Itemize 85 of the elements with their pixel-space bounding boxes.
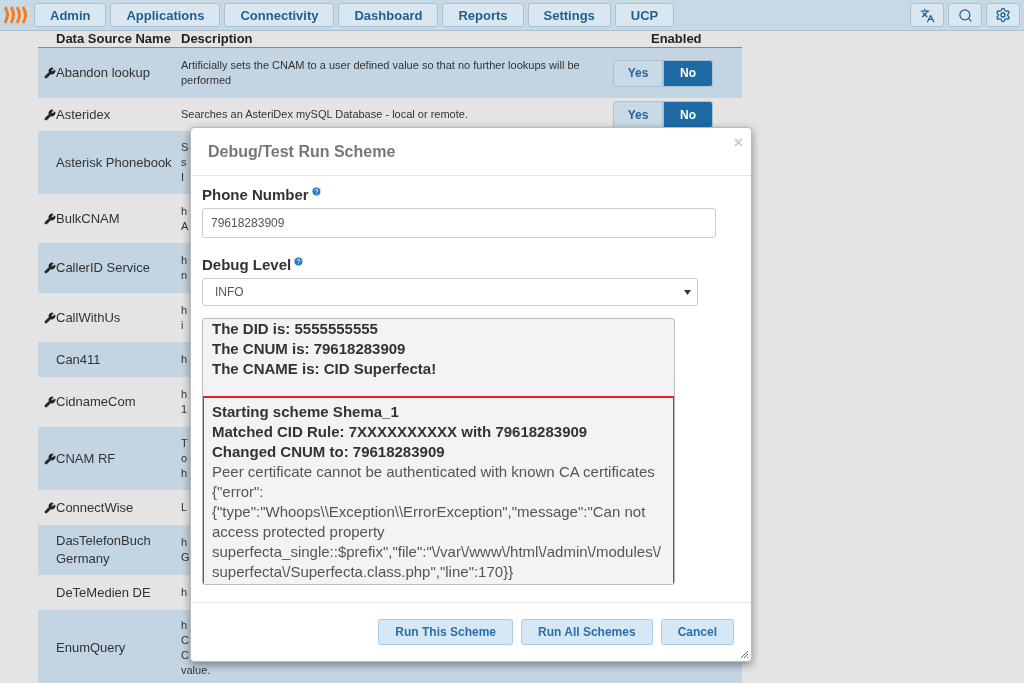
description-text: L — [181, 500, 188, 515]
data-source-name: EnumQuery — [56, 638, 126, 657]
log-line: Peer certificate cannot be authenticated with known CA certificates {"error":{"type":"Whoops\\Exception\\ErrorException","message":"Can not access protected property superfecta_single::$prefix","file":"\/var\/www\/html\/admin\/modules\/superfecta\/Superfecta.class.php","line":170}} — [212, 462, 662, 582]
description-text: s — [181, 155, 187, 170]
help-icon[interactable] — [293, 256, 305, 267]
wrench-icon[interactable] — [44, 452, 56, 465]
data-source-name: Asteridex — [56, 105, 111, 124]
search-icon — [957, 7, 973, 23]
description-text: Artificially sets the CNAM to a user defined value so that no further lookups will be performed — [181, 58, 581, 88]
dialog-button[interactable]: Cancel — [660, 619, 734, 645]
data-source-name: DeTeMedien DE — [56, 583, 151, 602]
help-icon[interactable] — [310, 186, 322, 197]
dialog-title: Debug/Test Run Scheme — [208, 142, 396, 161]
log-line: The CNAME is: CID Superfecta! — [212, 359, 438, 379]
field-label: Phone Number — [202, 186, 309, 203]
description-text: i — [181, 317, 184, 333]
nav-menu-button[interactable]: Admin — [34, 3, 107, 27]
data-source-name: CNAM RF — [56, 449, 116, 468]
data-source-name: Asterisk Phonebook — [56, 153, 172, 172]
description-text: o — [181, 451, 188, 466]
resize-grip-icon[interactable] — [740, 650, 748, 658]
data-source-name: CallerID Service — [56, 259, 150, 277]
data-source-name: Abandon lookup — [56, 64, 150, 82]
description-text: 1 — [181, 402, 188, 417]
description-text: value. — [181, 662, 211, 678]
description-text: n — [181, 268, 188, 283]
description-text: h — [181, 535, 188, 550]
data-source-name: CidnameCom — [56, 393, 136, 411]
description-text: h — [181, 466, 188, 481]
description-text: h — [181, 585, 188, 600]
description-text: h — [181, 302, 188, 318]
description-text: Searches an AsteriDex mySQL Database - local or remote. — [181, 107, 468, 122]
language-button[interactable] — [910, 3, 944, 27]
debug-level-dropdown[interactable]: INFO — [202, 278, 698, 306]
toggle-option[interactable]: Yes — [613, 59, 663, 87]
description-text: S — [181, 140, 189, 155]
dialog-button[interactable]: Run All Schemes — [521, 619, 653, 645]
column-header: Data Source Name — [55, 31, 172, 47]
log-line: The CNUM is: 79618283909 — [212, 339, 407, 359]
nav-menu-button[interactable]: UCP — [614, 3, 675, 27]
description-text: h — [181, 387, 188, 402]
nav-menu-button[interactable]: Dashboard — [338, 3, 439, 27]
data-source-name: BulkCNAM — [56, 209, 120, 228]
description-text: C — [181, 647, 189, 663]
nav-menu-button[interactable]: Connectivity — [224, 3, 335, 27]
column-header: Enabled — [650, 31, 703, 47]
log-line: Starting scheme Shema_1 — [212, 402, 400, 422]
wrench-icon[interactable] — [44, 311, 56, 324]
wrench-icon[interactable] — [44, 108, 56, 121]
field-label: Debug Level — [202, 256, 292, 273]
translate-icon — [919, 7, 935, 23]
phone-number-field[interactable]: 79618283909 — [202, 208, 716, 238]
description-text: G — [181, 550, 190, 565]
toggle-option[interactable]: Yes — [613, 101, 663, 128]
description-text: h — [181, 203, 188, 219]
log-line: Matched CID Rule: 7XXXXXXXXXX with 79618283909 — [212, 422, 589, 442]
nav-menu-button[interactable]: Reports — [442, 3, 524, 27]
wrench-icon[interactable] — [44, 212, 56, 225]
description-text: C — [181, 632, 189, 648]
description-text: h — [181, 617, 188, 633]
description-text: A — [181, 218, 189, 234]
caret-icon — [684, 289, 691, 295]
settings-button[interactable] — [986, 3, 1020, 27]
gear-icon — [995, 7, 1011, 23]
wrench-icon[interactable] — [44, 67, 56, 79]
description-text: h — [181, 352, 188, 367]
nav-menu-button[interactable]: Applications — [110, 3, 221, 27]
data-source-name: Can411 — [56, 350, 101, 369]
nav-menu-button[interactable]: Settings — [527, 3, 611, 27]
dialog-button[interactable]: Run This Scheme — [378, 619, 514, 645]
search-button[interactable] — [948, 3, 982, 27]
description-text: I — [181, 170, 185, 185]
column-header: Description — [181, 31, 254, 47]
toggle-option[interactable]: No — [663, 101, 713, 128]
description-text: h — [181, 253, 188, 268]
wrench-icon[interactable] — [44, 501, 56, 514]
data-source-name: DasTelefonBuch Germany — [56, 532, 152, 568]
wrench-icon[interactable] — [44, 396, 56, 408]
data-source-name: ConnectWise — [56, 498, 134, 517]
toggle-option[interactable]: No — [663, 59, 713, 87]
data-source-name: CallWithUs — [56, 308, 121, 327]
log-line: Changed CNUM to: 79618283909 — [212, 442, 446, 462]
description-text: T — [181, 436, 188, 451]
wrench-icon[interactable] — [44, 262, 56, 274]
log-line: The DID is: 5555555555 — [212, 319, 379, 339]
